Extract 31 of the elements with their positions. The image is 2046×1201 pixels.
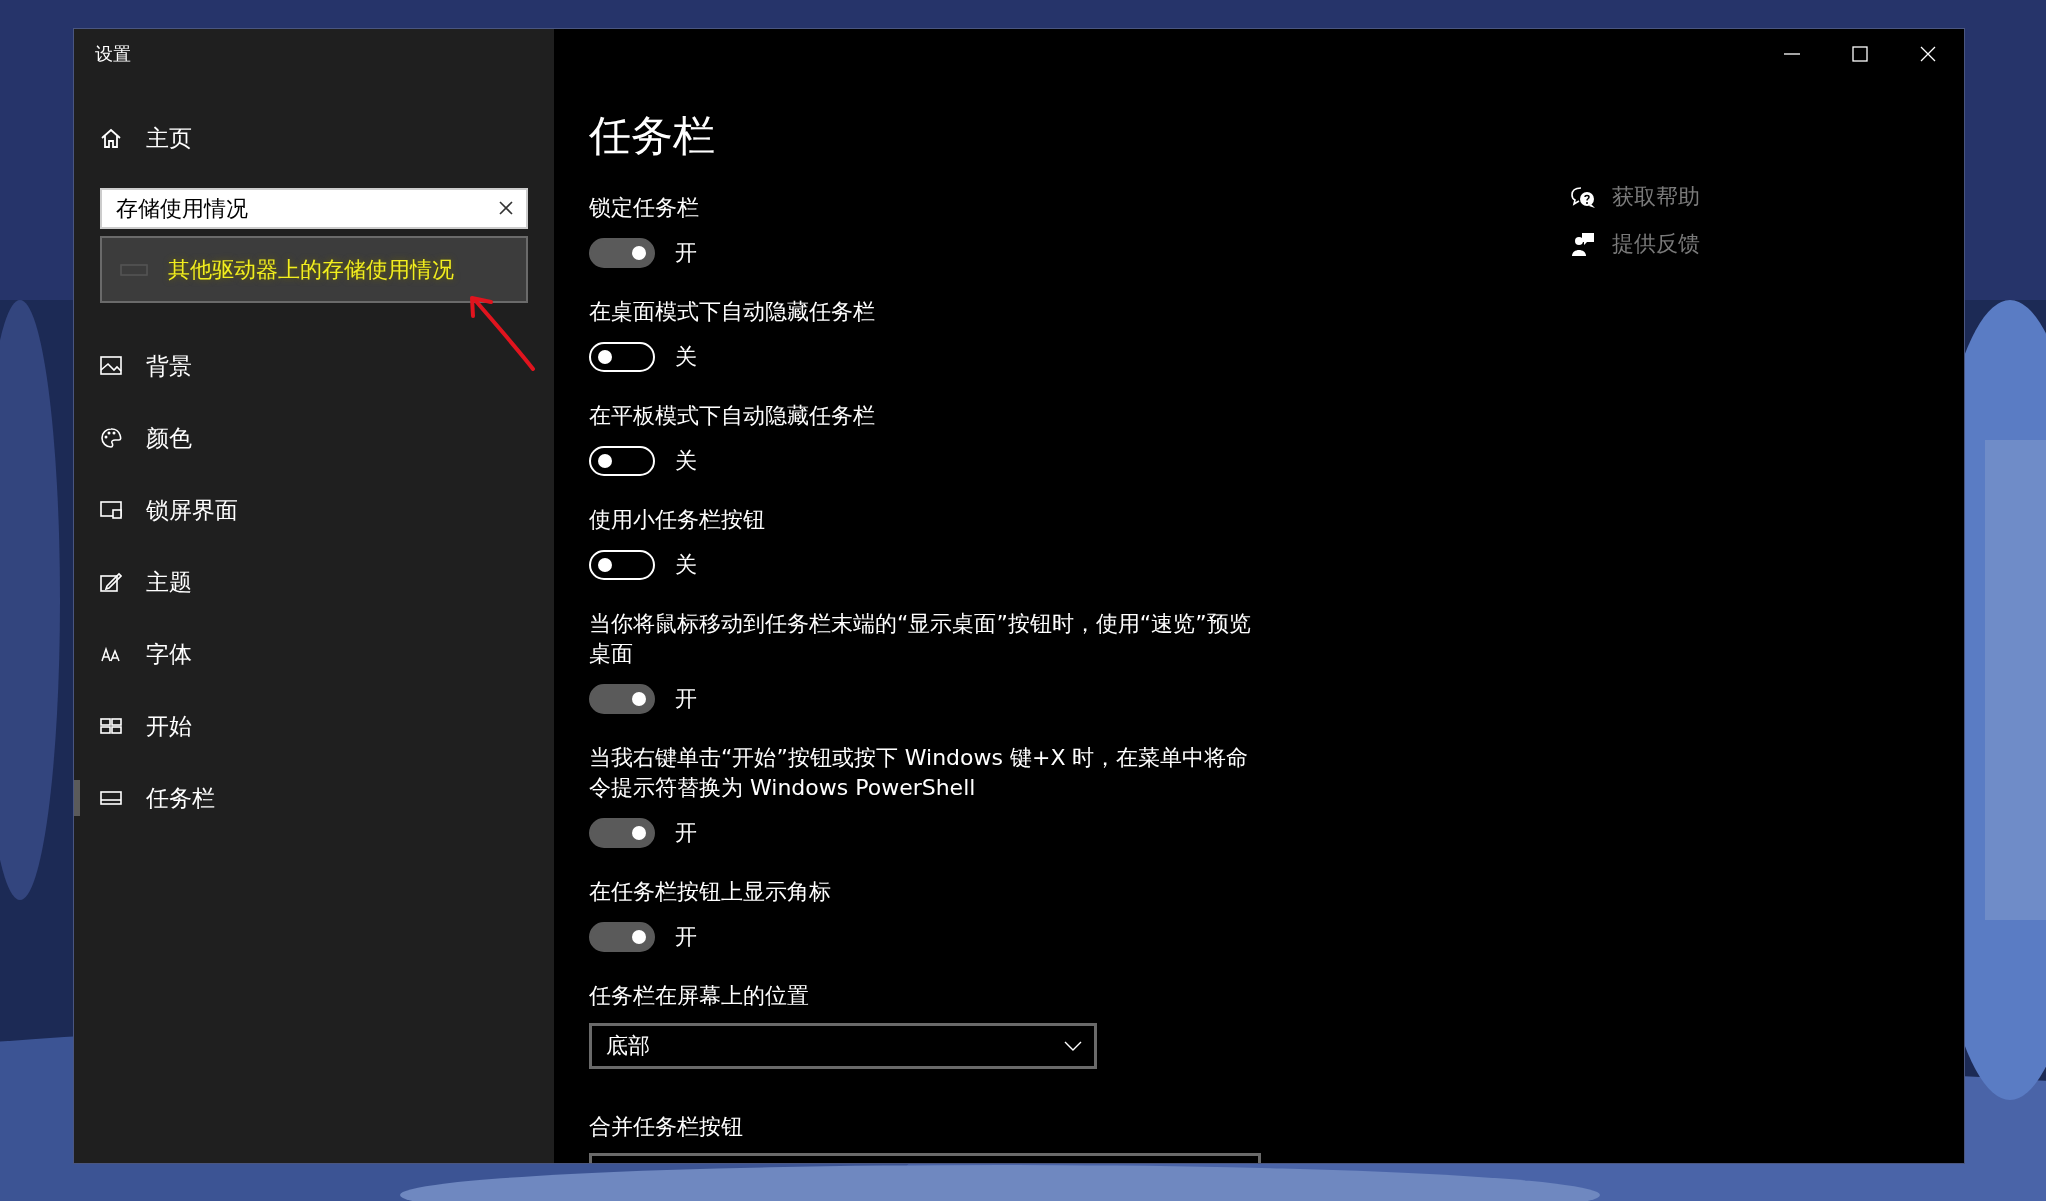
setting-label: 合并任务栏按钮 (589, 1113, 743, 1141)
toggle-state: 开 (675, 819, 697, 847)
suggestion-item[interactable]: 其他驱动器上的存储使用情况 (168, 254, 454, 285)
toggle-state: 关 (675, 551, 697, 579)
sidebar-item[interactable]: 锁屏界面 (74, 474, 554, 546)
setting-label: 锁定任务栏 (589, 194, 699, 222)
setting-label: 在平板模式下自动隐藏任务栏 (589, 402, 875, 430)
home-nav-item[interactable]: 主页 (74, 114, 202, 162)
help-link[interactable]: 获取帮助 (1612, 182, 1700, 212)
setting-label: 使用小任务栏按钮 (589, 506, 765, 534)
sidebar-item[interactable]: 任务栏 (74, 762, 554, 834)
sidebar-item[interactable]: 字体 (74, 618, 554, 690)
sidebar-item[interactable]: 主题 (74, 546, 554, 618)
toggle-state: 开 (675, 923, 697, 951)
window-title: 设置 (94, 42, 131, 66)
setting-label: 当我右键单击“开始”按钮或按下 Windows 键+X 时，在菜单中将命令提示符替换为 Windows PowerShell (589, 744, 1250, 802)
setting-label: 在任务栏按钮上显示角标 (589, 878, 831, 906)
sidebar-item[interactable]: 开始 (74, 690, 554, 762)
search-field[interactable]: 存储使用情况 (100, 188, 528, 229)
page-title: 任务栏 (589, 110, 715, 162)
sidebar-item[interactable]: 背景 (74, 330, 554, 402)
toggle-state: 关 (675, 447, 697, 475)
sidebar-item[interactable]: 颜色 (74, 402, 554, 474)
setting-label: 任务栏在屏幕上的位置 (589, 982, 809, 1010)
toggle-state: 关 (675, 343, 697, 371)
setting-label: 在桌面模式下自动隐藏任务栏 (589, 298, 875, 326)
toggle-state: 开 (675, 685, 697, 713)
help-link[interactable]: 提供反馈 (1612, 229, 1700, 259)
setting-label: 当你将鼠标移动到任务栏末端的“显示桌面”按钮时，使用“速览”预览桌面 (589, 610, 1252, 668)
dropdown-field[interactable]: 底部 (589, 1023, 1097, 1069)
toggle-state: 开 (675, 239, 697, 267)
